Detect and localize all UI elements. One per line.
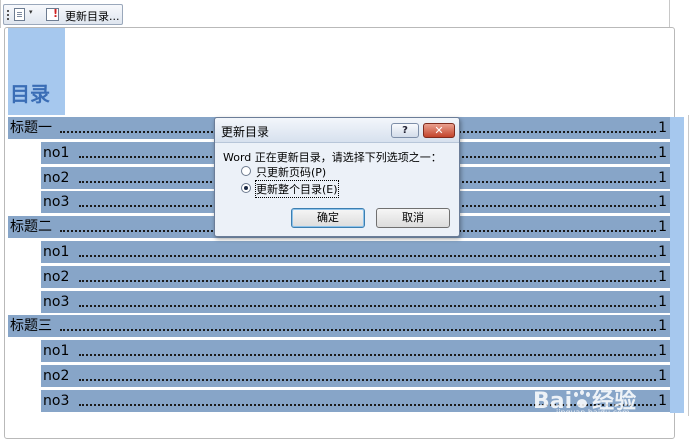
dialog-titlebar[interactable]: 更新目录 ? ✕ — [215, 118, 459, 143]
toc-entry-label: no3 — [43, 294, 70, 310]
document-icon[interactable] — [14, 8, 25, 21]
toc-entry-label: no1 — [43, 343, 70, 359]
toc-page-number: 1 — [658, 194, 667, 210]
toc-page-number: 1 — [658, 219, 667, 235]
toc-entry-label: 标题一 — [10, 120, 52, 136]
toc-page-number: 1 — [658, 269, 667, 285]
radio-label-entire-table[interactable]: 更新整个目录(E) — [255, 180, 339, 198]
cancel-button[interactable]: 取消 — [376, 208, 450, 228]
toc-entry-label: no1 — [43, 244, 70, 260]
toc-selection-edge — [670, 117, 684, 413]
page-border-left — [0, 0, 1, 28]
radio-label-page-numbers[interactable]: 只更新页码(P) — [256, 164, 326, 180]
ok-button[interactable]: 确定 — [291, 208, 365, 228]
page-border-right-lower — [688, 115, 689, 416]
update-toc-button[interactable]: 更新目录... — [65, 8, 120, 24]
chevron-down-icon[interactable]: ▾ — [29, 8, 33, 16]
toc-dot-leader — [79, 379, 656, 381]
toc-page-number: 1 — [658, 120, 667, 136]
toc-subentry[interactable]: no1 1 — [41, 241, 670, 264]
toc-title[interactable]: 目录 — [10, 78, 50, 107]
toc-dot-leader — [79, 255, 656, 257]
toc-entry-label: no2 — [43, 269, 70, 285]
toolbar-grip-icon[interactable] — [7, 10, 9, 20]
toc-field-toolbar: ▾ 更新目录... — [3, 4, 123, 25]
toc-page-number: 1 — [658, 145, 667, 161]
toc-entry-label: no3 — [43, 194, 70, 210]
radio-button-entire-table[interactable] — [241, 183, 251, 193]
toc-dot-leader — [79, 354, 656, 356]
dialog-title: 更新目录 — [221, 125, 270, 139]
page-border-right — [669, 0, 670, 28]
watermark-url: jingyan.baidu.com — [556, 408, 630, 417]
toc-heading-entry[interactable]: 标题三 1 — [8, 315, 670, 338]
toc-page-number: 1 — [658, 244, 667, 260]
toc-entry-label: no2 — [43, 170, 70, 186]
toc-page-number: 1 — [658, 294, 667, 310]
close-icon[interactable]: ✕ — [423, 123, 455, 138]
toc-entry-label: no2 — [43, 368, 70, 384]
toc-dot-leader — [79, 305, 656, 307]
toc-page-number: 1 — [658, 393, 667, 409]
toc-page-number: 1 — [658, 318, 667, 334]
update-toc-icon[interactable] — [46, 7, 59, 21]
toc-dot-leader — [79, 280, 656, 282]
help-icon[interactable]: ? — [391, 123, 419, 138]
toc-page-number: 1 — [658, 170, 667, 186]
radio-button-page-numbers[interactable] — [241, 166, 251, 176]
toc-dot-leader — [60, 329, 656, 331]
toc-subentry[interactable]: no2 1 — [41, 266, 670, 289]
toc-subentry[interactable]: no3 1 — [41, 291, 670, 314]
update-toc-dialog: 更新目录 ? ✕ Word 正在更新目录，请选择下列选项之一： 只更新页码(P)… — [214, 117, 460, 237]
toc-entry-label: no1 — [43, 145, 70, 161]
toc-subentry[interactable]: no1 1 — [41, 340, 670, 363]
toc-entry-label: 标题二 — [10, 219, 52, 235]
toc-page-number: 1 — [658, 343, 667, 359]
toc-entry-label: 标题三 — [10, 318, 52, 334]
toc-entry-label: no3 — [43, 393, 70, 409]
dialog-message: Word 正在更新目录，请选择下列选项之一： — [223, 151, 442, 164]
toc-page-number: 1 — [658, 368, 667, 384]
